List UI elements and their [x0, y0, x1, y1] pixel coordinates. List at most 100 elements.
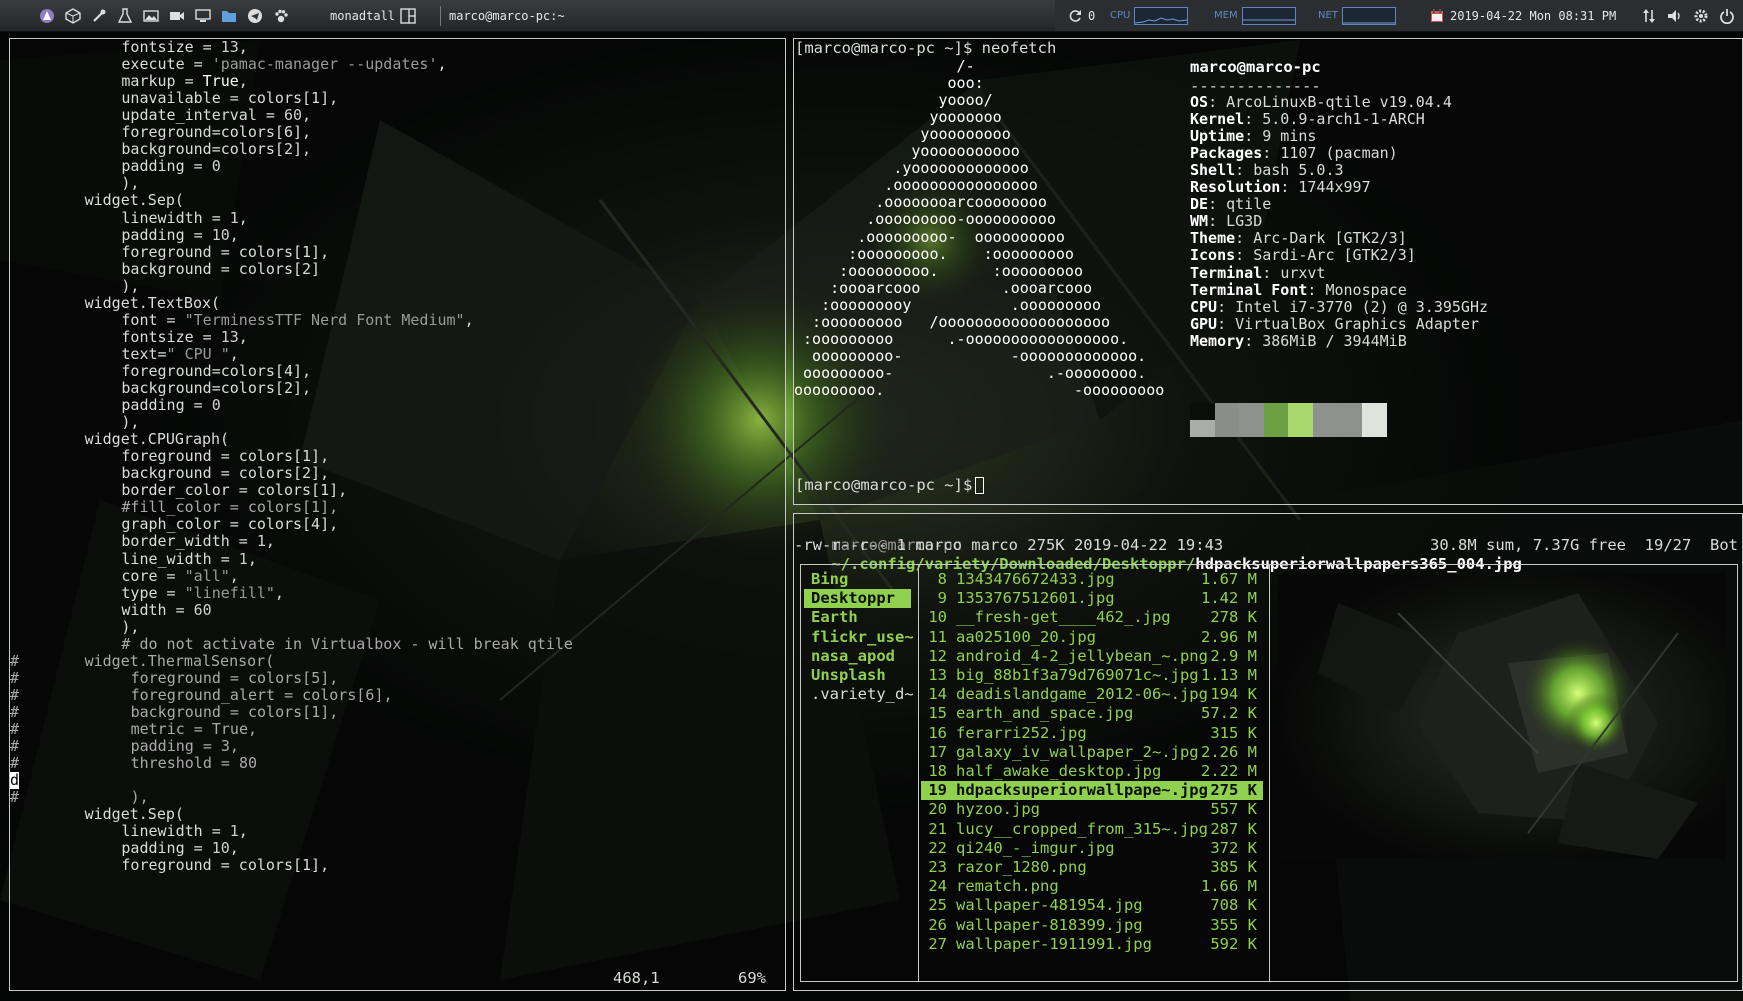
neofetch-user-host: marco@marco-pc: [1190, 58, 1321, 76]
file-row[interactable]: 18 half_awake_desktop.jpg 2.22 M: [921, 762, 1263, 781]
color-swatch: [1313, 420, 1338, 437]
file-name: hyzoo.jpg: [956, 800, 1040, 819]
prompt-final: [marco@marco-pc ~]$: [795, 476, 982, 494]
info-value: Intel i7-3770 (2) @ 3.395GHz: [1235, 297, 1489, 316]
directory-item[interactable]: Bing: [804, 570, 911, 589]
file-row[interactable]: 17 galaxy_iv_wallpaper_2~.jpg 2.26 M: [921, 743, 1263, 762]
code-token: foreground=colors[6],: [121, 123, 312, 142]
info-value: 5.0.9-arch1-1-ARCH: [1262, 110, 1425, 129]
info-value: VirtualBox Graphics Adapter: [1235, 314, 1479, 333]
file-name: android_4-2_jellybean_~.png: [956, 646, 1208, 665]
code-token: 1: [256, 532, 266, 551]
file-row[interactable]: 27 wallpaper-1911991.jpg 592 K: [921, 935, 1263, 954]
color-swatch: [1263, 420, 1289, 437]
vim-editor-window[interactable]: fontsize = 13, execute = 'pamac-manager -…: [9, 38, 786, 991]
file-row[interactable]: 22 qi240_-_imgur.jpg 372 K: [921, 839, 1263, 858]
file-row[interactable]: 8 1343476672433.jpg 1.67 M: [921, 570, 1263, 589]
ascii-logo-line: :ooooooooo. :ooooooooo: [794, 261, 1083, 280]
comment-marker: #: [10, 651, 20, 670]
network-updown-icon[interactable]: [1636, 0, 1662, 31]
code-token: ,: [265, 532, 275, 551]
directory-item[interactable]: Desktoppr: [804, 589, 911, 609]
file-row[interactable]: 16 ferarri252.jpg 315 K: [921, 724, 1263, 743]
code-token: ,: [238, 327, 248, 346]
code-token: ),: [130, 788, 149, 807]
file-row[interactable]: 13 big_88b1f3a79d769071c~.jpg 1.13 M: [921, 666, 1263, 685]
folder-icon[interactable]: [216, 0, 242, 31]
image-icon[interactable]: [138, 0, 164, 31]
monitor-icon[interactable]: [190, 0, 216, 31]
file-index: 11: [928, 627, 947, 646]
info-value: Sardi-Arc [GTK2/3]: [1253, 246, 1416, 265]
neofetch-terminal-window[interactable]: [marco@marco-pc ~]$ neofetch /- ooo: yoo…: [793, 38, 1743, 505]
arch-logo-icon[interactable]: [34, 0, 60, 31]
system-info-row: Kernel: 5.0.9-arch1-1-ARCH: [1190, 110, 1425, 129]
paw-icon[interactable]: [268, 0, 294, 31]
file-row[interactable]: 23 razor_1280.png 385 K: [921, 858, 1263, 877]
file-row[interactable]: 15 earth_and_space.jpg 57.2 K: [921, 704, 1263, 723]
directory-item[interactable]: nasa_apod: [804, 647, 911, 666]
directory-item[interactable]: flickr_use~: [804, 628, 914, 647]
info-key: Memory: [1190, 331, 1245, 350]
system-info-row: Terminal Font: Monospace: [1190, 280, 1407, 299]
file-row[interactable]: 21 lucy__cropped_from_315~.jpg 287 K: [921, 820, 1263, 839]
file-name: 1353767512601.jpg: [956, 589, 1115, 608]
flask-icon[interactable]: [112, 0, 138, 31]
comment-marker: #: [10, 668, 20, 687]
comment-marker: #: [10, 720, 20, 738]
code-token: background = colors[2]: [121, 259, 321, 278]
file-index: 23: [928, 858, 947, 876]
info-key: OS: [1190, 93, 1209, 111]
file-row[interactable]: 19 hdpacksuperiorwallpape~.jpg 275 K: [921, 781, 1263, 801]
file-size: 2.96 M: [1201, 627, 1257, 646]
image-preview: [1278, 573, 1726, 859]
code-token: foreground_alert = colors[6],: [130, 685, 393, 704]
layout-indicator[interactable]: monadtall: [330, 0, 421, 31]
file-row[interactable]: 14 deadislandgame_2012-06~.jpg 194 K: [921, 685, 1263, 704]
code-token: ,: [302, 106, 312, 125]
code-token: padding =: [121, 839, 212, 858]
file-size: 1.67 M: [1201, 570, 1257, 588]
box-icon[interactable]: [60, 0, 86, 31]
directory-item[interactable]: Unsplash: [804, 666, 911, 685]
file-row[interactable]: 11 aa025100_20.jpg 2.96 M: [921, 628, 1263, 647]
updates-widget[interactable]: 0: [1062, 0, 1095, 31]
file-row[interactable]: 24 rematch.png 1.66 M: [921, 877, 1263, 896]
file-row[interactable]: 9 1353767512601.jpg 1.42 M: [921, 589, 1263, 608]
file-size: 1.13 M: [1201, 666, 1257, 684]
code-token: ,: [238, 72, 248, 91]
file-row[interactable]: 10 __fresh-get____462_.jpg 278 K: [921, 608, 1263, 627]
ranger-file-info: -rw-r--r-- 1 marco marco 275K 2019-04-22…: [794, 536, 1224, 554]
power-icon[interactable]: [1714, 0, 1740, 31]
file-row[interactable]: 12 android_4-2_jellybean_~.png 2.9 M: [921, 647, 1263, 666]
clock-widget[interactable]: 2019-04-22 Mon 08:31 PM: [1424, 0, 1616, 31]
info-value: Arc-Dark [GTK2/3]: [1253, 229, 1407, 248]
directory-item[interactable]: .variety_d~: [804, 685, 914, 704]
eyedropper-icon[interactable]: [86, 0, 112, 31]
file-index: 14: [928, 685, 947, 704]
system-info-row: Icons: Sardi-Arc [GTK2/3]: [1190, 246, 1416, 265]
directory-item[interactable]: Earth: [804, 608, 911, 627]
volume-icon[interactable]: [1662, 0, 1688, 31]
code-token: ,: [229, 344, 239, 363]
system-info-row: CPU: Intel i7-3770 (2) @ 3.395GHz: [1190, 297, 1489, 316]
video-camera-icon[interactable]: [164, 0, 190, 31]
file-row[interactable]: 20 hyzoo.jpg 557 K: [921, 800, 1263, 819]
file-size: 372 K: [1210, 838, 1257, 857]
ascii-logo-line: .yooooooooooooo: [794, 159, 1029, 178]
file-row[interactable]: 25 wallpaper-481954.jpg 708 K: [921, 896, 1263, 915]
code-token: "linefill": [184, 583, 275, 602]
code-token: " CPU ": [166, 344, 230, 363]
file-index: 17: [928, 742, 947, 761]
settings-gear-icon[interactable]: [1688, 0, 1714, 31]
file-row[interactable]: 26 wallpaper-818399.jpg 355 K: [921, 916, 1263, 935]
code-token: 1: [238, 549, 248, 568]
ranger-file-manager-window[interactable]: marco@marco-pc ~/.config/variety/Downloa…: [793, 513, 1743, 991]
telegram-icon[interactable]: [242, 0, 268, 31]
separator: [440, 5, 441, 26]
net-widget: NET: [1318, 0, 1402, 31]
code-token: 'pamac-manager --updates': [211, 55, 438, 74]
code-token: font =: [121, 310, 185, 329]
code-token: ,: [274, 583, 284, 602]
window-title: marco@marco-pc:~: [449, 8, 565, 23]
